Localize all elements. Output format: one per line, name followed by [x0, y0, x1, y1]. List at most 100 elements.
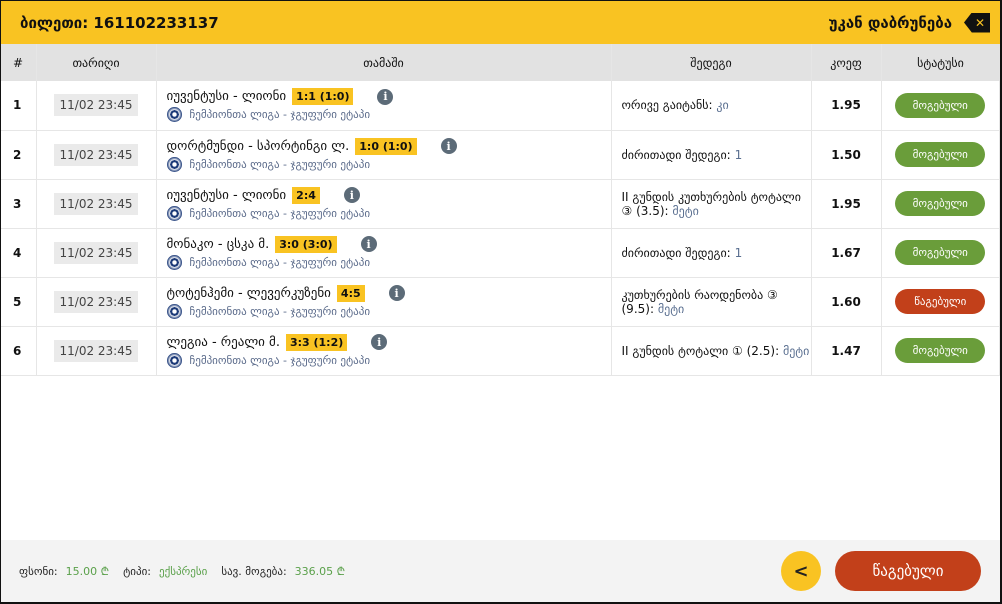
bet-market: ძირითადი შედეგი: [621, 245, 731, 260]
match-score: 1:1 (1:0) [292, 88, 354, 106]
row-number: 4 [1, 228, 37, 278]
bet-odds: 1.50 [811, 130, 882, 180]
match-date: 11/02 23:45 [53, 241, 139, 264]
date-cell: 11/02 23:45 [36, 81, 157, 131]
status-cell: მოგებული [881, 130, 1000, 180]
status-cell: მოგებული [881, 179, 1000, 229]
bet-pick: მეტი [657, 301, 685, 316]
col-status: სტატუსი [881, 44, 1000, 81]
match-score: 4:5 [336, 284, 365, 302]
potential-win-value: 336.05 ₾ [294, 564, 346, 578]
bet-pick: 1 [734, 245, 743, 260]
league-name: ჩემპიონთა ლიგა - ჯგუფური ეტაპი [189, 255, 371, 269]
match-cell: დორტმუნდი - სპორტინგი ლ. 1:0 (1:0) i ჩემპი… [156, 130, 612, 180]
bet-odds: 1.67 [811, 228, 882, 278]
match-date: 11/02 23:45 [53, 94, 139, 117]
table-row: 1 11/02 23:45 იუვენტუსი - ლიონი 1:1 (1:0)… [1, 81, 1000, 131]
champions-league-icon [166, 205, 182, 221]
info-icon[interactable]: i [440, 138, 457, 154]
bets-table: # თარიღი თამაში შედეგი კოეფ სტატუსი 1 11… [1, 44, 1000, 376]
info-icon[interactable]: i [371, 334, 388, 350]
league-name: ჩემპიონთა ლიგა - ჯგუფური ეტაპი [189, 304, 371, 318]
bet-cell: II გუნდის კუთხურების ტოტალი ③ (3.5): მეტ… [611, 179, 812, 229]
table-row: 4 11/02 23:45 მონაკო - ცსკა მ. 3:0 (3:0) i… [1, 228, 1000, 278]
match-cell: იუვენტუსი - ლიონი 1:1 (1:0) i ჩემპიონთა ლი… [156, 81, 612, 131]
bet-cell: ორივე გაიტანს: კი [611, 81, 812, 131]
col-match: თამაში [156, 44, 612, 81]
col-number: # [1, 44, 37, 81]
col-odds: კოეფ [811, 44, 882, 81]
row-number: 5 [1, 277, 37, 327]
match-score: 3:0 (3:0) [275, 235, 337, 253]
bet-market: II გუნდის კუთხურების ტოტალი ③ (3.5): [621, 189, 801, 218]
bet-cell: კუთხურების რაოდენობა ③ (9.5): მეტი [611, 277, 812, 327]
bet-pick: კი [716, 98, 729, 113]
info-icon[interactable]: i [377, 88, 394, 105]
potential-win-label: სავ. მოგება: [221, 564, 287, 578]
bet-pick: 1 [734, 147, 743, 162]
ticket-footer: ფსონი: 15.00 ₾ ტიპი: ექსპრესი სავ. მოგება:… [1, 540, 1000, 602]
backspace-close-icon[interactable]: ✕ [964, 12, 990, 33]
share-button[interactable]: < [781, 551, 821, 591]
status-badge: მოგებული [895, 240, 986, 265]
row-number: 3 [1, 179, 37, 229]
status-cell: მოგებული [881, 326, 1000, 376]
table-row: 2 11/02 23:45 დორტმუნდი - სპორტინგი ლ. 1:… [1, 130, 1000, 180]
match-teams[interactable]: დორტმუნდი - სპორტინგი ლ. [167, 139, 350, 154]
league-name: ჩემპიონთა ლიგა - ჯგუფური ეტაპი [189, 108, 371, 122]
status-badge: წაგებული [895, 289, 986, 314]
champions-league-icon [166, 254, 182, 270]
date-cell: 11/02 23:45 [36, 130, 157, 180]
match-cell: იუვენტუსი - ლიონი 2:4 i ჩემპიონთა ლიგა - ჯ… [156, 179, 612, 229]
date-cell: 11/02 23:45 [36, 277, 157, 327]
date-cell: 11/02 23:45 [36, 228, 157, 278]
info-icon[interactable]: i [388, 285, 405, 301]
status-badge: მოგებული [895, 338, 986, 363]
match-teams[interactable]: მონაკო - ცსკა მ. [167, 237, 270, 252]
match-date: 11/02 23:45 [53, 143, 139, 166]
bet-cell: ძირითადი შედეგი: 1 [611, 228, 812, 278]
champions-league-icon [166, 352, 182, 368]
row-number: 6 [1, 326, 37, 376]
type-label: ტიპი: [123, 564, 151, 578]
ticket-number: ბილეთი: 161102233137 [20, 13, 219, 32]
status-cell: მოგებული [881, 228, 1000, 278]
status-badge: მოგებული [895, 142, 986, 167]
back-label: უკან დაბრუნება [828, 13, 952, 32]
table-row: 3 11/02 23:45 იუვენტუსი - ლიონი 2:4 i ჩემპ… [1, 179, 1000, 229]
match-date: 11/02 23:45 [53, 290, 139, 313]
bet-market: კუთხურების რაოდენობა ③ (9.5): [621, 287, 778, 316]
ticket-status-button[interactable]: წაგებული [835, 551, 981, 591]
table-row: 6 11/02 23:45 ლეგია - რეალი მ. 3:3 (1:2) i… [1, 326, 1000, 376]
ticket-window: ბილეთი: 161102233137 უკან დაბრუნება ✕ # … [1, 1, 1000, 602]
league-name: ჩემპიონთა ლიგა - ჯგუფური ეტაპი [189, 353, 371, 367]
table-row: 5 11/02 23:45 ტოტენჰემი - ლევერკუზენი 4:5… [1, 277, 1000, 327]
match-teams[interactable]: იუვენტუსი - ლიონი [167, 188, 287, 203]
bet-odds: 1.60 [811, 277, 882, 327]
bet-market: II გუნდის ტოტალი ① (2.5): [621, 343, 780, 358]
bet-pick: მეტი [672, 203, 699, 218]
match-cell: ტოტენჰემი - ლევერკუზენი 4:5 i ჩემპიონთა ლი… [156, 277, 612, 327]
match-teams[interactable]: იუვენტუსი - ლიონი [167, 89, 287, 104]
back-button[interactable]: უკან დაბრუნება ✕ [828, 12, 990, 33]
status-cell: წაგებული [881, 277, 1000, 327]
match-teams[interactable]: ლეგია - რეალი მ. [167, 335, 280, 350]
champions-league-icon [166, 156, 182, 172]
stake-value: 15.00 ₾ [65, 564, 110, 578]
info-icon[interactable]: i [343, 187, 360, 203]
champions-league-icon [166, 303, 182, 319]
stake-label: ფსონი: [19, 564, 58, 578]
bet-odds: 1.95 [811, 81, 882, 131]
bet-odds: 1.47 [811, 326, 882, 376]
row-number: 2 [1, 130, 37, 180]
match-score: 1:0 (1:0) [355, 137, 417, 155]
match-score: 3:3 (1:2) [285, 333, 348, 351]
status-badge: მოგებული [895, 92, 986, 118]
match-date: 11/02 23:45 [53, 192, 139, 215]
type-value: ექსპრესი [158, 564, 208, 578]
match-teams[interactable]: ტოტენჰემი - ლევერკუზენი [167, 286, 331, 301]
bet-cell: ძირითადი შედეგი: 1 [611, 130, 812, 180]
match-score: 2:4 [292, 186, 320, 204]
info-icon[interactable]: i [360, 236, 377, 252]
match-cell: ლეგია - რეალი მ. 3:3 (1:2) i ჩემპიონთა ლიგ… [156, 326, 612, 376]
